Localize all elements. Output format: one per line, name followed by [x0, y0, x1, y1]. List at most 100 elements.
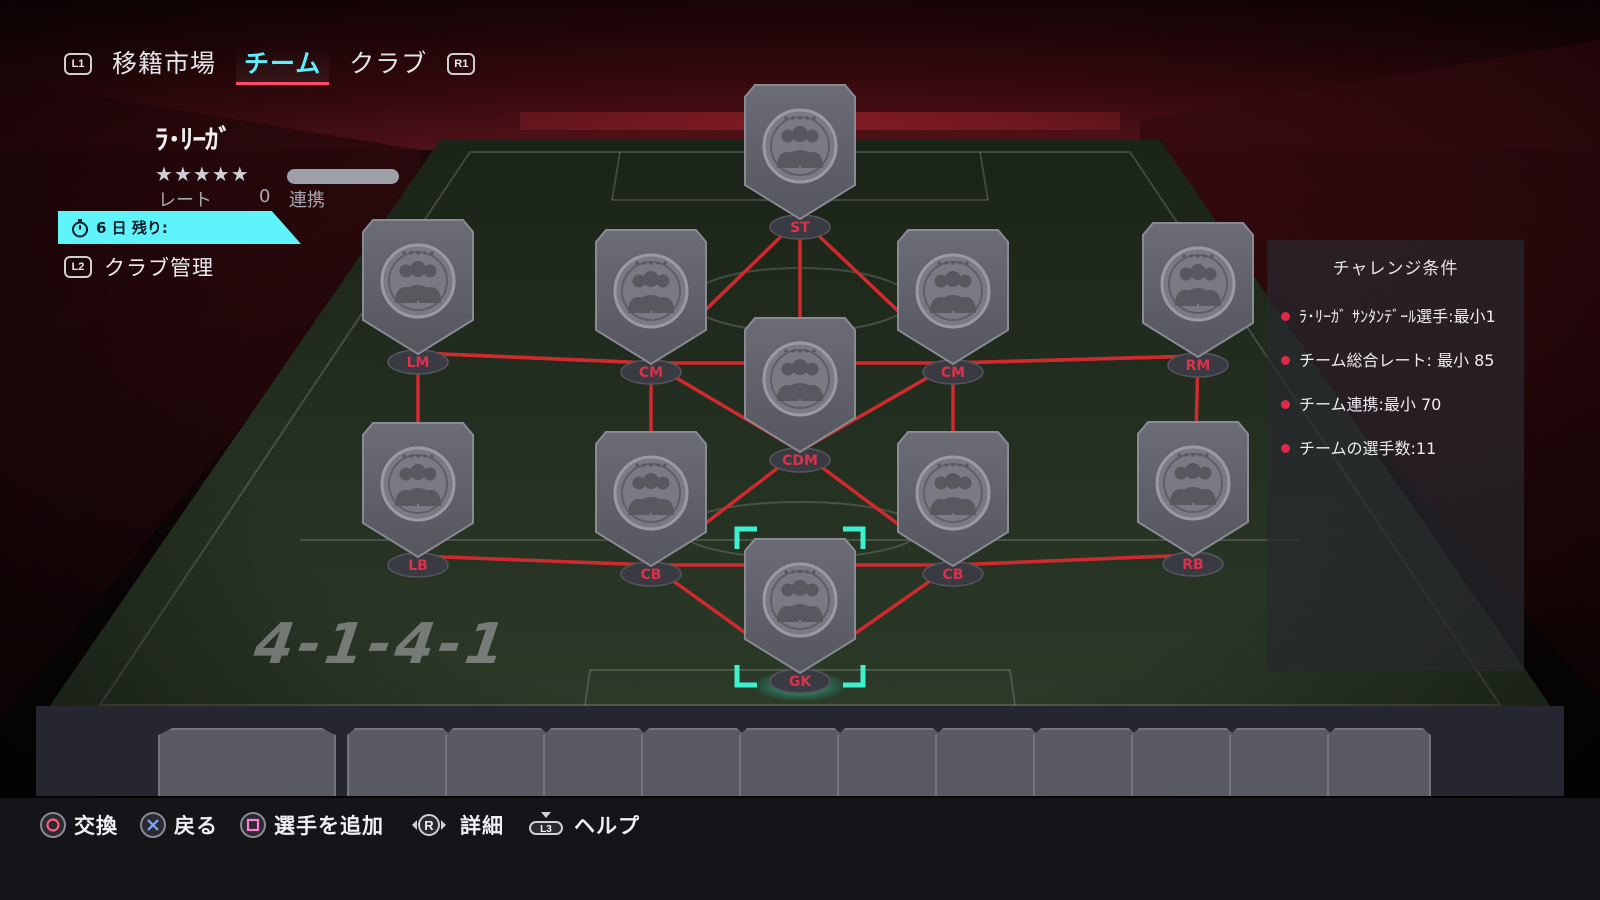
player-slot-cdm[interactable]: CDM	[744, 317, 856, 473]
bench-slot[interactable]	[1229, 728, 1333, 796]
bench-slot[interactable]	[837, 728, 941, 796]
badge-star	[409, 454, 413, 458]
badge-star	[430, 251, 434, 255]
badge-star	[402, 251, 406, 255]
r1-button-hint[interactable]: R1	[447, 53, 476, 75]
position-label: CDM	[782, 453, 818, 469]
silhouette-head	[643, 271, 659, 287]
add-player-label: 選手を追加	[274, 814, 384, 838]
club-management-button[interactable]: L2 クラブ管理	[64, 252, 214, 282]
badge-star	[791, 116, 795, 120]
badge-star	[798, 116, 802, 120]
tab-transfer-market[interactable]: 移籍市場	[104, 44, 224, 84]
badge-star	[1196, 254, 1200, 258]
tab-club[interactable]: クラブ	[341, 44, 435, 84]
l1-button-hint[interactable]: L1	[64, 53, 92, 75]
badge-star	[649, 463, 653, 467]
squad-name: ﾗ･ﾘｰｶﾞ	[155, 125, 232, 156]
challenge-title: チャレンジ条件	[1332, 259, 1459, 279]
add-player-control[interactable]: 選手を追加	[240, 810, 384, 840]
empty-player-icon	[380, 446, 456, 522]
back-control[interactable]: 戻る	[140, 810, 218, 840]
right-stick-icon: R	[412, 814, 446, 836]
help-control[interactable]: L3 ヘルプ	[526, 810, 640, 840]
details-control[interactable]: R 詳細	[406, 810, 504, 840]
position-label: ST	[790, 220, 810, 236]
bench-strip	[36, 706, 1564, 796]
badge-star	[951, 463, 955, 467]
position-label: CB	[943, 567, 964, 583]
badge-star	[944, 463, 948, 467]
badge-star	[805, 116, 809, 120]
badge-star	[409, 251, 413, 255]
player-slot-gk[interactable]: GK	[734, 526, 866, 702]
player-slot-rb[interactable]: RB	[1137, 421, 1249, 577]
requirement-item: チーム総合レート: 最小 85	[1281, 348, 1516, 373]
badge-star	[791, 349, 795, 353]
badge-star	[1177, 453, 1181, 457]
badge-star	[937, 261, 941, 265]
player-slot-rm[interactable]: RM	[1142, 222, 1254, 378]
silhouette-head	[792, 580, 808, 596]
bench-slot[interactable]	[445, 728, 549, 796]
tab-team[interactable]: チーム	[236, 43, 330, 85]
requirement-item: チームの選手数:11	[1281, 436, 1516, 461]
badge-star	[1191, 453, 1195, 457]
badge-star	[423, 454, 427, 458]
badge-star	[1203, 254, 1207, 258]
empty-player-icon	[1155, 445, 1231, 521]
badge-star	[958, 261, 962, 265]
badge-star	[784, 349, 788, 353]
bench-slot[interactable]	[641, 728, 745, 796]
badge-star	[635, 261, 639, 265]
svg-text:R: R	[424, 818, 434, 833]
position-label: CM	[639, 365, 663, 381]
stopwatch-icon	[72, 218, 88, 237]
silhouette-head	[792, 359, 808, 375]
rating-value: 0	[259, 186, 271, 207]
player-slot-st[interactable]: ST	[744, 84, 856, 240]
badge-star	[402, 454, 406, 458]
bench-slot[interactable]	[1327, 728, 1431, 796]
chemistry-bar	[287, 169, 399, 184]
badge-star	[805, 349, 809, 353]
player-slot-lb[interactable]: LB	[362, 422, 474, 578]
badge-star	[937, 463, 941, 467]
timer-banner: 6 日 残り:	[58, 211, 301, 244]
silhouette-head	[410, 464, 426, 480]
left-stick-press-icon: L3	[529, 812, 563, 835]
bench-slot[interactable]	[1131, 728, 1235, 796]
badge-star	[663, 261, 667, 265]
swap-control[interactable]: 交換	[40, 810, 118, 840]
badge-star	[784, 116, 788, 120]
empty-player-icon	[380, 243, 456, 319]
badge-star	[430, 454, 434, 458]
bench-slot[interactable]	[1033, 728, 1137, 796]
challenge-requirements-panel: チャレンジ条件 ﾗ･ﾘｰｶﾞ ｻﾝﾀﾝﾃﾞｰﾙ選手:最小1 チーム総合レート: …	[1267, 240, 1524, 671]
badge-star	[1210, 254, 1214, 258]
badge-star	[416, 454, 420, 458]
requirements-list: ﾗ･ﾘｰｶﾞ ｻﾝﾀﾝﾃﾞｰﾙ選手:最小1 チーム総合レート: 最小 85 チー…	[1281, 304, 1516, 480]
badge-star	[656, 463, 660, 467]
club-management-label: クラブ管理	[104, 256, 214, 280]
squad-stars: ★★★★★	[155, 162, 250, 186]
empty-player-icon	[915, 455, 991, 531]
circle-button-icon	[40, 812, 66, 838]
help-label: ヘルプ	[574, 814, 640, 838]
rating-label: レート	[158, 190, 212, 211]
position-label: GK	[789, 674, 812, 690]
bench-slot[interactable]	[739, 728, 843, 796]
bench-slot[interactable]	[347, 728, 451, 796]
silhouette-head	[792, 126, 808, 142]
badge-star	[944, 261, 948, 265]
details-label: 詳細	[460, 814, 504, 838]
badge-star	[1189, 254, 1193, 258]
bench-slot[interactable]	[543, 728, 647, 796]
formation-name[interactable]: 4-1-4-1	[250, 612, 513, 677]
bench-slot[interactable]	[158, 728, 336, 796]
position-label: CM	[941, 365, 965, 381]
bench-slot[interactable]	[935, 728, 1039, 796]
player-slot-lm[interactable]: LM	[362, 219, 474, 375]
empty-player-icon	[762, 562, 838, 638]
badge-star	[951, 261, 955, 265]
